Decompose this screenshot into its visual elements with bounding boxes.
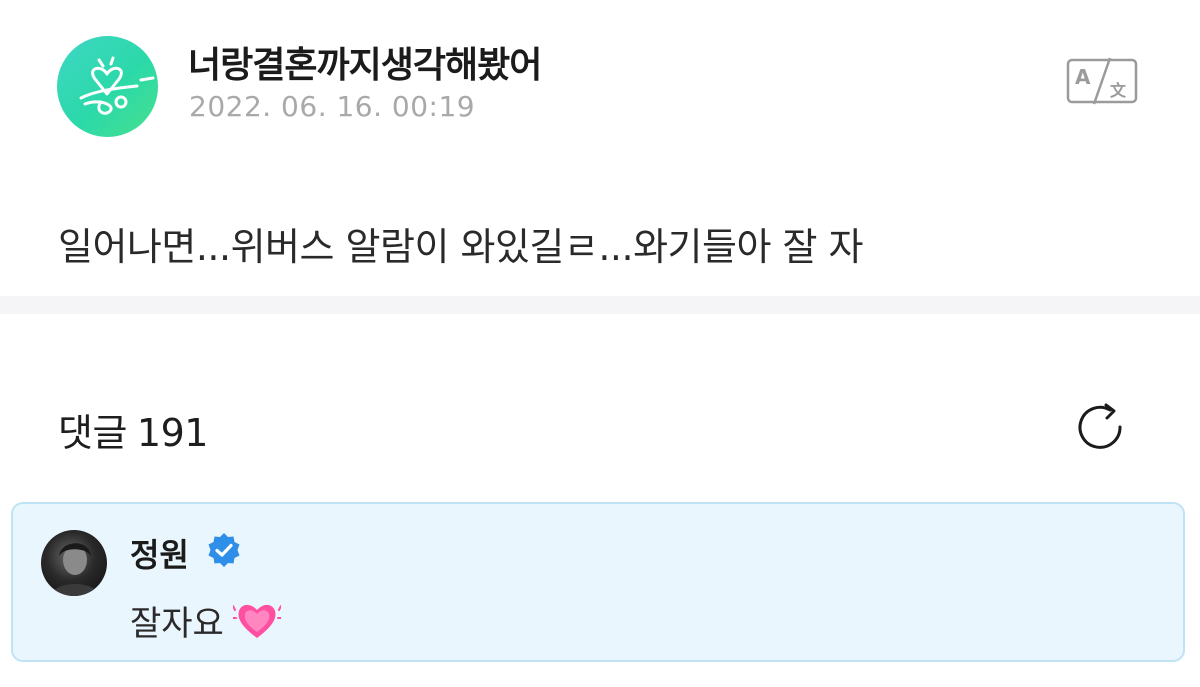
svg-text:文: 文: [1110, 81, 1127, 100]
post-body-text: 일어나면...위버스 알람이 와있길ㄹ...와기들아 잘 자: [58, 225, 864, 269]
svg-text:A: A: [1075, 65, 1091, 89]
comment-author-name[interactable]: 정원: [130, 530, 189, 576]
profile-photo-image: [51, 543, 99, 596]
comments-count: 191: [136, 411, 209, 455]
post-author-name[interactable]: 너랑결혼까지생각해봤어: [188, 36, 542, 88]
comment-text: 잘자요: [130, 604, 224, 644]
section-divider: [0, 296, 1200, 314]
verified-badge-icon: [206, 532, 242, 568]
growing-heart-icon: [232, 598, 282, 642]
refresh-icon: [1078, 403, 1122, 449]
post-page: 너랑결혼까지생각해봤어 2022. 06. 16. 00:19 A 文 일어나면…: [0, 0, 1200, 687]
post-timestamp: 2022. 06. 16. 00:19: [189, 90, 476, 123]
post-author-avatar[interactable]: [57, 36, 158, 137]
translate-icon: A 文: [1066, 57, 1138, 105]
refresh-comments-button[interactable]: [1070, 400, 1132, 456]
translate-button[interactable]: A 文: [1066, 56, 1138, 106]
comments-label: 댓글: [58, 411, 127, 455]
highlighted-comment[interactable]: 정원 잘자요: [11, 502, 1185, 662]
comment-author-avatar[interactable]: [41, 530, 107, 596]
comments-header: 댓글 191: [58, 402, 208, 457]
doodle-heart-logo: [79, 56, 155, 115]
